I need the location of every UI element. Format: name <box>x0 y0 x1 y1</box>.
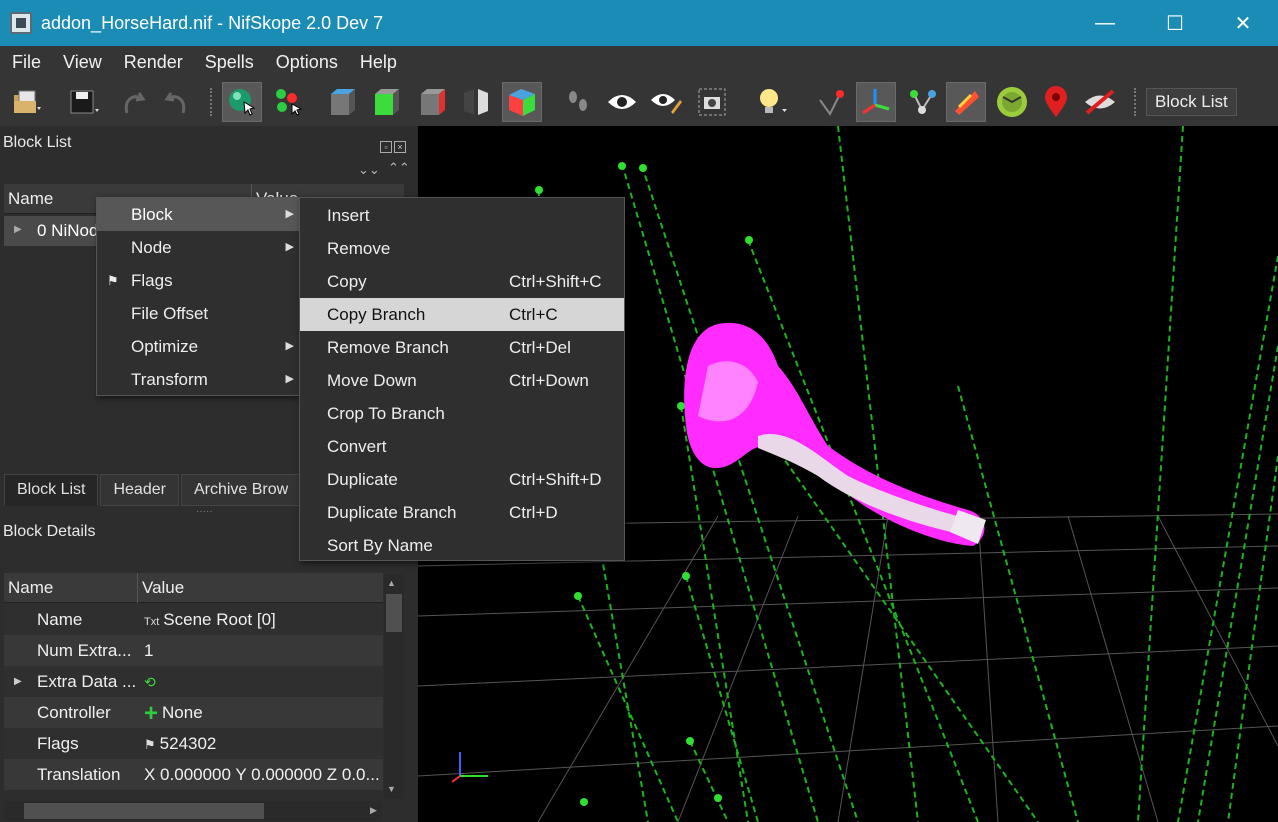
menu-bar: File View Render Spells Options Help <box>0 46 1278 78</box>
view-top-icon[interactable] <box>322 82 362 122</box>
menu-item-copy-branch[interactable]: Copy Branch Ctrl+C <box>300 298 624 331</box>
flag-icon: ⚑ <box>144 737 156 752</box>
menu-view[interactable]: View <box>52 52 113 73</box>
menu-item-flags[interactable]: ⚑ Flags <box>97 264 299 297</box>
view-flip-icon[interactable] <box>456 82 496 122</box>
table-row[interactable]: Name Txt Scene Root [0] <box>4 604 383 635</box>
dock-buttons: ▫ × <box>380 135 410 153</box>
block-details-rows: Name Txt Scene Root [0] Num Extra... 1 ▶ … <box>4 604 383 790</box>
toolbar: Block List <box>0 78 1278 126</box>
furniture-icon[interactable] <box>992 82 1032 122</box>
bone-lines <box>537 126 1278 822</box>
light-icon[interactable] <box>752 82 792 122</box>
view-user-icon[interactable] <box>502 82 542 122</box>
title-bar: addon_HorseHard.nif - NifSkope 2.0 Dev 7… <box>0 0 1278 46</box>
load-icon[interactable] <box>8 82 48 122</box>
menu-item-optimize[interactable]: Optimize ▶ <box>97 330 299 363</box>
toolbar-separator <box>210 88 214 116</box>
menu-item-duplicate-branch[interactable]: Duplicate Branch Ctrl+D <box>300 496 624 529</box>
table-row[interactable]: Translation X 0.000000 Y 0.000000 Z 0.0.… <box>4 759 383 790</box>
undo-icon[interactable] <box>114 82 154 122</box>
refresh-icon: ⟲ <box>144 674 156 690</box>
screenshot-icon[interactable] <box>692 82 732 122</box>
block-details-header: Name Value <box>4 573 383 603</box>
select-vertex-icon[interactable] <box>268 82 308 122</box>
submenu-arrow-icon: ▶ <box>285 340 294 352</box>
context-menu: Block ▶ Node ▶ ⚑ Flags File Offset Optim… <box>96 197 300 396</box>
view-side-icon[interactable] <box>412 82 452 122</box>
column-name[interactable]: Name <box>4 573 138 603</box>
minimize-button[interactable]: — <box>1070 0 1140 46</box>
dock-tabs: Block List Header Archive Brow <box>4 474 303 506</box>
details-horizontal-scrollbar[interactable]: ▶ <box>4 801 382 821</box>
nodes-icon[interactable] <box>902 82 942 122</box>
submenu-arrow-icon: ▶ <box>285 241 294 253</box>
tab-block-list[interactable]: Block List <box>4 474 99 506</box>
menu-spells[interactable]: Spells <box>194 52 265 73</box>
menu-item-convert[interactable]: Convert <box>300 430 624 463</box>
constraints-icon[interactable] <box>946 82 986 122</box>
block-list-toolbar-button[interactable]: Block List <box>1146 88 1237 116</box>
menu-options[interactable]: Options <box>265 52 349 73</box>
block-details-title: Block Details <box>3 523 96 540</box>
close-dock-icon[interactable]: × <box>394 141 406 153</box>
text-icon: Txt <box>144 616 160 628</box>
axes-icon[interactable] <box>856 82 896 122</box>
expand-all-icon[interactable]: ⌃⌃ <box>388 160 410 176</box>
table-row[interactable]: ▶ Extra Data ... ⟲ <box>4 666 383 697</box>
save-icon[interactable] <box>64 82 104 122</box>
menu-file[interactable]: File <box>0 52 52 73</box>
location-icon[interactable] <box>1036 82 1076 122</box>
tab-archive-browser[interactable]: Archive Brow <box>180 474 302 506</box>
submenu-arrow-icon: ▶ <box>285 208 294 220</box>
collapse-all-icon[interactable]: ⌄⌄ <box>358 162 380 178</box>
table-row[interactable]: Flags ⚑ 524302 <box>4 728 383 759</box>
menu-item-move-down[interactable]: Move Down Ctrl+Down <box>300 364 624 397</box>
redo-icon[interactable] <box>156 82 196 122</box>
tab-header[interactable]: Header <box>100 474 179 506</box>
menu-item-remove[interactable]: Remove <box>300 232 624 265</box>
menu-item-crop-to-branch[interactable]: Crop To Branch <box>300 397 624 430</box>
eye-edit-icon[interactable] <box>646 82 686 122</box>
block-submenu: Insert Remove Copy Ctrl+Shift+C Copy Bra… <box>299 197 625 561</box>
horse-mesh <box>684 322 986 546</box>
float-icon[interactable]: ▫ <box>380 141 392 153</box>
expand-arrow-icon[interactable]: ▶ <box>14 676 22 687</box>
menu-item-file-offset[interactable]: File Offset <box>97 297 299 330</box>
app-icon <box>10 12 32 34</box>
block-list-title: Block List <box>3 134 72 151</box>
submenu-arrow-icon: ▶ <box>285 373 294 385</box>
flag-icon: ⚑ <box>107 273 119 288</box>
maximize-button[interactable]: ☐ <box>1140 0 1210 46</box>
close-button[interactable]: ✕ <box>1208 0 1278 46</box>
menu-item-node[interactable]: Node ▶ <box>97 231 299 264</box>
plus-icon: + <box>144 700 159 728</box>
menu-render[interactable]: Render <box>113 52 194 73</box>
toolbar-separator <box>1134 88 1138 116</box>
walk-icon[interactable] <box>558 82 598 122</box>
menu-item-transform[interactable]: Transform ▶ <box>97 363 299 396</box>
menu-item-duplicate[interactable]: Duplicate Ctrl+Shift+D <box>300 463 624 496</box>
menu-item-sort-by-name[interactable]: Sort By Name <box>300 529 624 562</box>
eye-icon[interactable] <box>602 82 642 122</box>
marker-icon[interactable] <box>812 82 852 122</box>
menu-item-remove-branch[interactable]: Remove Branch Ctrl+Del <box>300 331 624 364</box>
splitter-handle[interactable]: ····· <box>196 506 213 517</box>
menu-item-insert[interactable]: Insert <box>300 199 624 232</box>
window-title: addon_HorseHard.nif - NifSkope 2.0 Dev 7 <box>41 12 384 33</box>
view-front-icon[interactable] <box>366 82 406 122</box>
menu-item-block[interactable]: Block ▶ <box>97 198 299 231</box>
column-value[interactable]: Value <box>138 573 383 603</box>
menu-item-copy[interactable]: Copy Ctrl+Shift+C <box>300 265 624 298</box>
table-row[interactable]: Num Extra... 1 <box>4 635 383 666</box>
expand-arrow-icon[interactable]: ▶ <box>14 224 22 235</box>
hidden-icon[interactable] <box>1080 82 1120 122</box>
select-object-icon[interactable] <box>222 82 262 122</box>
menu-help[interactable]: Help <box>349 52 408 73</box>
details-vertical-scrollbar[interactable]: ▲ ▼ <box>384 574 404 799</box>
axes-gizmo <box>451 752 488 783</box>
table-row[interactable]: Controller + None <box>4 697 383 728</box>
